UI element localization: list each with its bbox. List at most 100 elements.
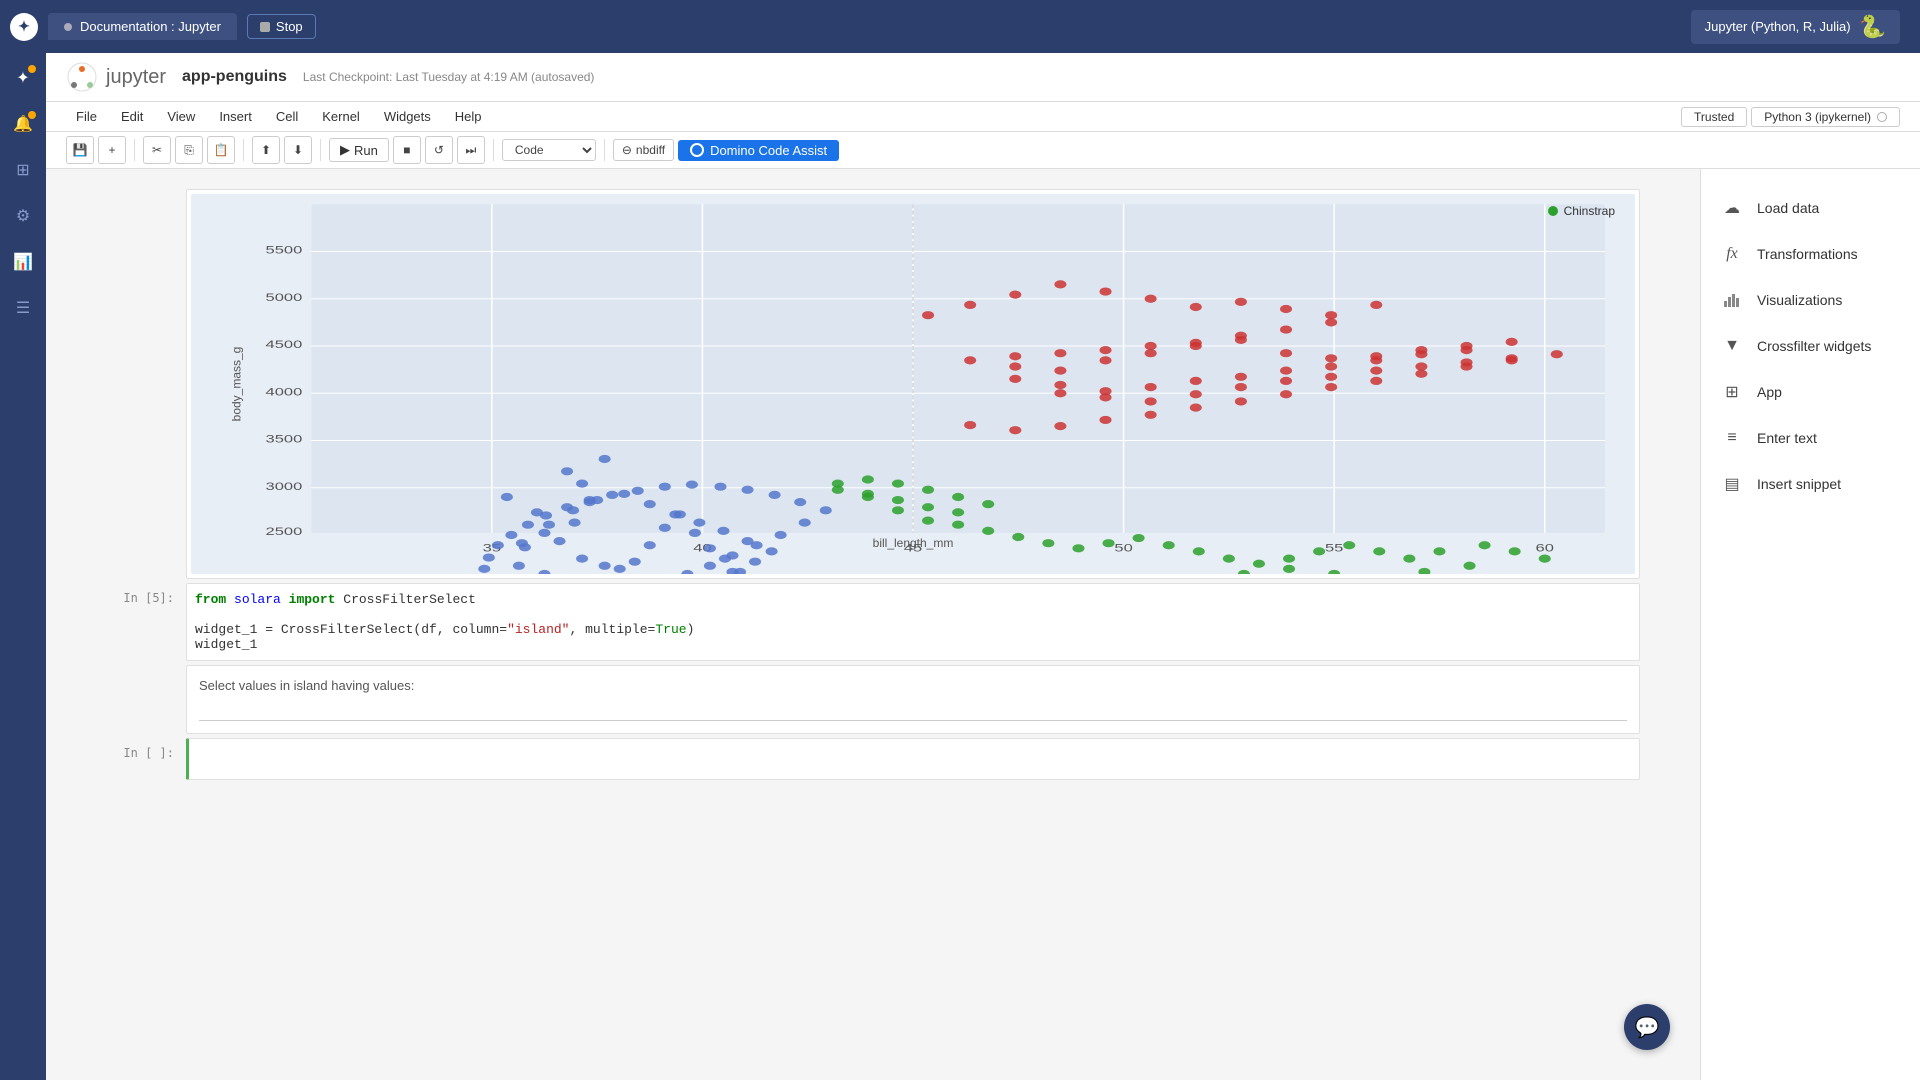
visualizations-icon <box>1721 289 1743 311</box>
notebook-area: Chinstrap body_mass_g bill_length_mm <box>46 169 1920 1080</box>
left-sidebar: ✦ 🔔 ⊞ ⚙ 📊 ☰ <box>0 53 46 1080</box>
app-icon: ⊞ <box>1721 381 1743 403</box>
widget-label: Select values in island having values: <box>199 678 1627 693</box>
fast-forward-button[interactable]: ⏭ <box>457 136 485 164</box>
widget-area: Select values in island having values: <box>191 670 1635 729</box>
kernel-status-circle <box>1877 112 1887 122</box>
copy-button[interactable]: ⎘ <box>175 136 203 164</box>
sidebar-icon-docs[interactable]: ☰ <box>8 293 38 323</box>
empty-cell-body[interactable] <box>186 738 1640 780</box>
toolbar-separator-3 <box>320 139 321 161</box>
kernel-label: Jupyter (Python, R, Julia) <box>1705 19 1851 34</box>
rp-app[interactable]: ⊞ App <box>1701 369 1920 415</box>
menu-help[interactable]: Help <box>445 106 492 127</box>
cell-5-code[interactable]: from solara import CrossFilterSelect wid… <box>187 584 1639 660</box>
rp-crossfilter[interactable]: ▼ Crossfilter widgets <box>1701 323 1920 369</box>
notebook-scroll[interactable]: Chinstrap body_mass_g bill_length_mm <box>46 169 1700 1080</box>
tab-label: Documentation : Jupyter <box>80 19 221 34</box>
run-icon: ▶ <box>340 142 350 158</box>
menu-widgets[interactable]: Widgets <box>374 106 441 127</box>
kernel-info-label: Python 3 (ipykernel) <box>1764 110 1871 124</box>
sidebar-icon-grid[interactable]: ⊞ <box>8 155 38 185</box>
rp-insert-snippet-label: Insert snippet <box>1757 476 1841 492</box>
rp-load-data-label: Load data <box>1757 200 1819 216</box>
jupyter-logo: jupyter <box>66 61 166 93</box>
legend-chinstrap-dot <box>1548 206 1558 216</box>
menu-kernel[interactable]: Kernel <box>312 106 370 127</box>
stop-icon <box>260 22 270 32</box>
cell-type-select[interactable]: Code Markdown Raw <box>502 139 596 161</box>
sidebar-icon-charts[interactable]: 📊 <box>8 247 38 277</box>
widget-prompt <box>106 665 186 734</box>
insert-snippet-icon: ▤ <box>1721 473 1743 495</box>
rp-enter-text[interactable]: ≡ Enter text <box>1701 415 1920 461</box>
move-down-button[interactable]: ⬇ <box>284 136 312 164</box>
domino-assist-button[interactable]: Domino Code Assist <box>678 140 839 161</box>
cell-5-body[interactable]: from solara import CrossFilterSelect wid… <box>186 583 1640 661</box>
stop-button[interactable]: Stop <box>247 14 316 39</box>
transformations-icon: fx <box>1721 243 1743 265</box>
cell-5-prompt: In [5]: <box>106 583 186 661</box>
right-panel: ☁ Load data fx Transformations Visualiza… <box>1700 169 1920 1080</box>
chart-legend: Chinstrap <box>1548 204 1615 218</box>
restart-button[interactable]: ↺ <box>425 136 453 164</box>
stop-cell-button[interactable]: ■ <box>393 136 421 164</box>
main-layout: ✦ 🔔 ⊞ ⚙ 📊 ☰ jupyter app-penguins Last Ch… <box>0 53 1920 1080</box>
empty-cell: In [ ]: <box>106 738 1640 780</box>
legend-chinstrap-label: Chinstrap <box>1564 204 1615 218</box>
svg-text:50: 50 <box>1114 542 1133 555</box>
checkpoint-text: Last Checkpoint: Last Tuesday at 4:19 AM… <box>303 70 595 84</box>
menu-view[interactable]: View <box>157 106 205 127</box>
tab-title[interactable]: Documentation : Jupyter <box>48 13 237 40</box>
enter-text-icon: ≡ <box>1721 427 1743 449</box>
rp-transformations[interactable]: fx Transformations <box>1701 231 1920 277</box>
rp-insert-snippet[interactable]: ▤ Insert snippet <box>1701 461 1920 507</box>
content-area: jupyter app-penguins Last Checkpoint: La… <box>46 53 1920 1080</box>
toolbar: 💾 + ✂ ⎘ 📋 ⬆ ⬇ ▶ Run ■ ↺ ⏭ Code Markdown … <box>46 132 1920 169</box>
toolbar-separator-5 <box>604 139 605 161</box>
jupyter-logo-svg <box>66 61 98 93</box>
load-data-icon: ☁ <box>1721 197 1743 219</box>
svg-text:4000: 4000 <box>266 386 303 399</box>
rp-transformations-label: Transformations <box>1757 246 1858 262</box>
move-up-button[interactable]: ⬆ <box>252 136 280 164</box>
paste-button[interactable]: 📋 <box>207 136 235 164</box>
x-axis-label: bill_length_mm <box>873 536 954 550</box>
legend-chinstrap: Chinstrap <box>1548 204 1615 218</box>
menu-file[interactable]: File <box>66 106 107 127</box>
notebook-name[interactable]: app-penguins <box>182 68 287 86</box>
python-icon: 🐍 <box>1859 14 1886 40</box>
tab-dot <box>64 23 72 31</box>
empty-cell-content[interactable] <box>189 739 1639 779</box>
sidebar-icon-settings[interactable]: ⚙ <box>8 201 38 231</box>
rp-load-data[interactable]: ☁ Load data <box>1701 185 1920 231</box>
nbdiff-button[interactable]: ⊖ nbdiff <box>613 139 674 161</box>
chart-cell-prompt <box>106 189 186 579</box>
trusted-button[interactable]: Trusted <box>1681 107 1747 127</box>
run-button[interactable]: ▶ Run <box>329 138 389 162</box>
toolbar-separator-4 <box>493 139 494 161</box>
menu-edit[interactable]: Edit <box>111 106 153 127</box>
empty-cell-prompt: In [ ]: <box>106 738 186 780</box>
nbdiff-icon: ⊖ <box>622 143 632 157</box>
rp-visualizations[interactable]: Visualizations <box>1701 277 1920 323</box>
widget-output-cell: Select values in island having values: <box>106 665 1640 734</box>
toolbar-separator-1 <box>134 139 135 161</box>
widget-input[interactable] <box>199 697 1627 721</box>
rp-visualizations-label: Visualizations <box>1757 292 1842 308</box>
kernel-badge: Jupyter (Python, R, Julia) 🐍 <box>1691 10 1900 44</box>
rp-app-label: App <box>1757 384 1782 400</box>
cut-button[interactable]: ✂ <box>143 136 171 164</box>
widget-body: Select values in island having values: <box>186 665 1640 734</box>
stop-label: Stop <box>276 19 303 34</box>
insert-cell-button[interactable]: + <box>98 136 126 164</box>
nbdiff-label: nbdiff <box>636 143 665 157</box>
save-button[interactable]: 💾 <box>66 136 94 164</box>
rp-crossfilter-label: Crossfilter widgets <box>1757 338 1871 354</box>
menu-insert[interactable]: Insert <box>209 106 262 127</box>
menu-cell[interactable]: Cell <box>266 106 308 127</box>
jupyter-text: jupyter <box>106 66 166 89</box>
sidebar-icon-notifications[interactable]: 🔔 <box>8 109 38 139</box>
sidebar-icon-logo[interactable]: ✦ <box>8 63 38 93</box>
chat-button[interactable]: 💬 <box>1624 1004 1670 1050</box>
